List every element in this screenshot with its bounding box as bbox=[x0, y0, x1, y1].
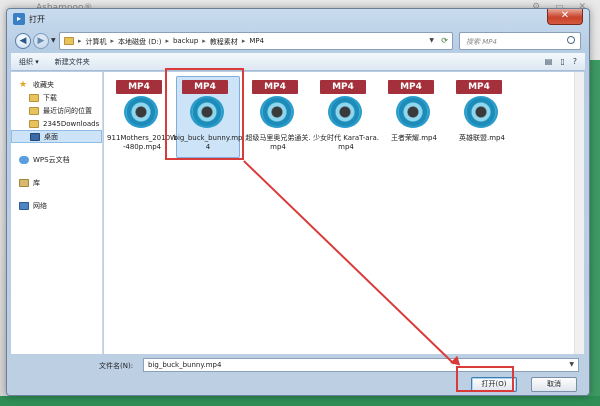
sidebar-item-network[interactable]: 网络 bbox=[11, 199, 102, 212]
search-icon bbox=[567, 36, 575, 44]
filename-label: 文件名(N): bbox=[99, 362, 134, 370]
sidebar-item-recent-places[interactable]: 最近访问的位置 bbox=[11, 104, 102, 117]
annotation-file-highlight bbox=[165, 68, 244, 160]
mp4-badge: MP4 bbox=[388, 80, 434, 94]
recent-places-icon bbox=[29, 106, 39, 115]
forward-button[interactable]: ▶ bbox=[33, 33, 49, 49]
recent-locations-chevron-icon[interactable]: ▼ bbox=[51, 37, 56, 44]
breadcrumb: ▸ 计算机 ▸ 本地磁盘 (D:) ▸ backup ▸ 教程素材 ▸ MP4 bbox=[78, 37, 265, 47]
navigation-row: ◀ ▶ ▼ ▸ 计算机 ▸ 本地磁盘 (D:) ▸ backup ▸ 教程素材 … bbox=[11, 31, 585, 51]
file-item[interactable]: MP4 少女时代 KaraT-ara.mp4 bbox=[310, 72, 382, 158]
search-input[interactable]: 搜索 MP4 bbox=[459, 32, 581, 50]
back-button[interactable]: ◀ bbox=[15, 33, 31, 49]
open-file-dialog: ▸ 打开 ✕ ◀ ▶ ▼ ▸ 计算机 ▸ 本地磁盘 (D:) ▸ backup … bbox=[6, 8, 590, 396]
search-placeholder: 搜索 MP4 bbox=[466, 38, 497, 46]
help-icon[interactable]: ? bbox=[573, 57, 577, 66]
new-folder-button[interactable]: 新建文件夹 bbox=[47, 57, 98, 67]
close-button[interactable]: ✕ bbox=[547, 9, 583, 25]
breadcrumb-backup[interactable]: backup bbox=[173, 37, 198, 47]
mp4-badge: MP4 bbox=[456, 80, 502, 94]
annotation-open-highlight bbox=[456, 366, 514, 392]
file-name: 少女时代 KaraT-ara.mp4 bbox=[313, 134, 379, 151]
vertical-scrollbar[interactable] bbox=[574, 72, 584, 354]
file-item[interactable]: MP4 英雄联盟.mp4 bbox=[446, 72, 518, 158]
cloud-icon bbox=[19, 155, 29, 164]
background-status-bar bbox=[0, 396, 600, 406]
file-name: 超级马里奥兄弟通关.mp4 bbox=[245, 134, 311, 151]
file-name: 王者荣耀.mp4 bbox=[391, 134, 437, 142]
command-toolbar: 组织 ▾ 新建文件夹 ▤ ▯ ? bbox=[11, 53, 585, 71]
filename-value: big_buck_bunny.mp4 bbox=[148, 361, 222, 369]
breadcrumb-drive-d[interactable]: 本地磁盘 (D:) bbox=[118, 37, 161, 47]
mp4-badge: MP4 bbox=[320, 80, 366, 94]
sidebar-item-downloads[interactable]: 下载 bbox=[11, 91, 102, 104]
folder-icon bbox=[29, 119, 39, 128]
breadcrumb-mp4[interactable]: MP4 bbox=[249, 37, 264, 47]
dialog-titlebar: ▸ 打开 ✕ bbox=[7, 9, 589, 29]
video-file-icon bbox=[328, 96, 362, 128]
file-item[interactable]: MP4 王者荣耀.mp4 bbox=[378, 72, 450, 158]
video-file-icon bbox=[396, 96, 430, 128]
file-name: 英雄联盟.mp4 bbox=[459, 134, 505, 142]
view-options-icon[interactable]: ▤ bbox=[545, 57, 553, 66]
address-dropdown-chevron-icon[interactable]: ▼ bbox=[429, 37, 434, 44]
star-icon: ★ bbox=[19, 79, 28, 90]
sidebar-item-favorites[interactable]: ★ 收藏夹 bbox=[11, 78, 102, 91]
video-file-icon bbox=[124, 96, 158, 128]
folder-icon bbox=[29, 93, 39, 102]
dialog-app-icon: ▸ bbox=[13, 13, 25, 25]
desktop-icon bbox=[30, 132, 40, 141]
mp4-badge: MP4 bbox=[116, 80, 162, 94]
address-bar[interactable]: ▸ 计算机 ▸ 本地磁盘 (D:) ▸ backup ▸ 教程素材 ▸ MP4 … bbox=[59, 32, 453, 50]
mp4-badge: MP4 bbox=[252, 80, 298, 94]
library-icon bbox=[19, 178, 29, 187]
sidebar-item-2345downloads[interactable]: 2345Downloads bbox=[11, 117, 102, 130]
filename-dropdown-chevron-icon[interactable]: ▼ bbox=[569, 361, 574, 368]
breadcrumb-computer[interactable]: 计算机 bbox=[86, 37, 107, 47]
preview-pane-icon[interactable]: ▯ bbox=[560, 57, 564, 66]
video-file-icon bbox=[260, 96, 294, 128]
navigation-pane: ★ 收藏夹 下载 最近访问的位置 2345Downloads 桌面 WPS云文档… bbox=[11, 72, 103, 354]
sidebar-item-desktop[interactable]: 桌面 bbox=[11, 130, 102, 143]
video-file-icon bbox=[464, 96, 498, 128]
folder-icon bbox=[64, 37, 74, 45]
cancel-button[interactable]: 取消 bbox=[531, 377, 577, 392]
dialog-title: 打开 bbox=[29, 15, 45, 24]
file-item[interactable]: MP4 超级马里奥兄弟通关.mp4 bbox=[242, 72, 314, 158]
organize-button[interactable]: 组织 ▾ bbox=[11, 57, 47, 67]
sidebar-item-library[interactable]: 库 bbox=[11, 176, 102, 189]
sidebar-item-wps-cloud[interactable]: WPS云文档 bbox=[11, 153, 102, 166]
network-icon bbox=[19, 201, 29, 210]
breadcrumb-tutorial-assets[interactable]: 教程素材 bbox=[210, 37, 238, 47]
refresh-icon[interactable]: ⟳ bbox=[441, 36, 448, 45]
